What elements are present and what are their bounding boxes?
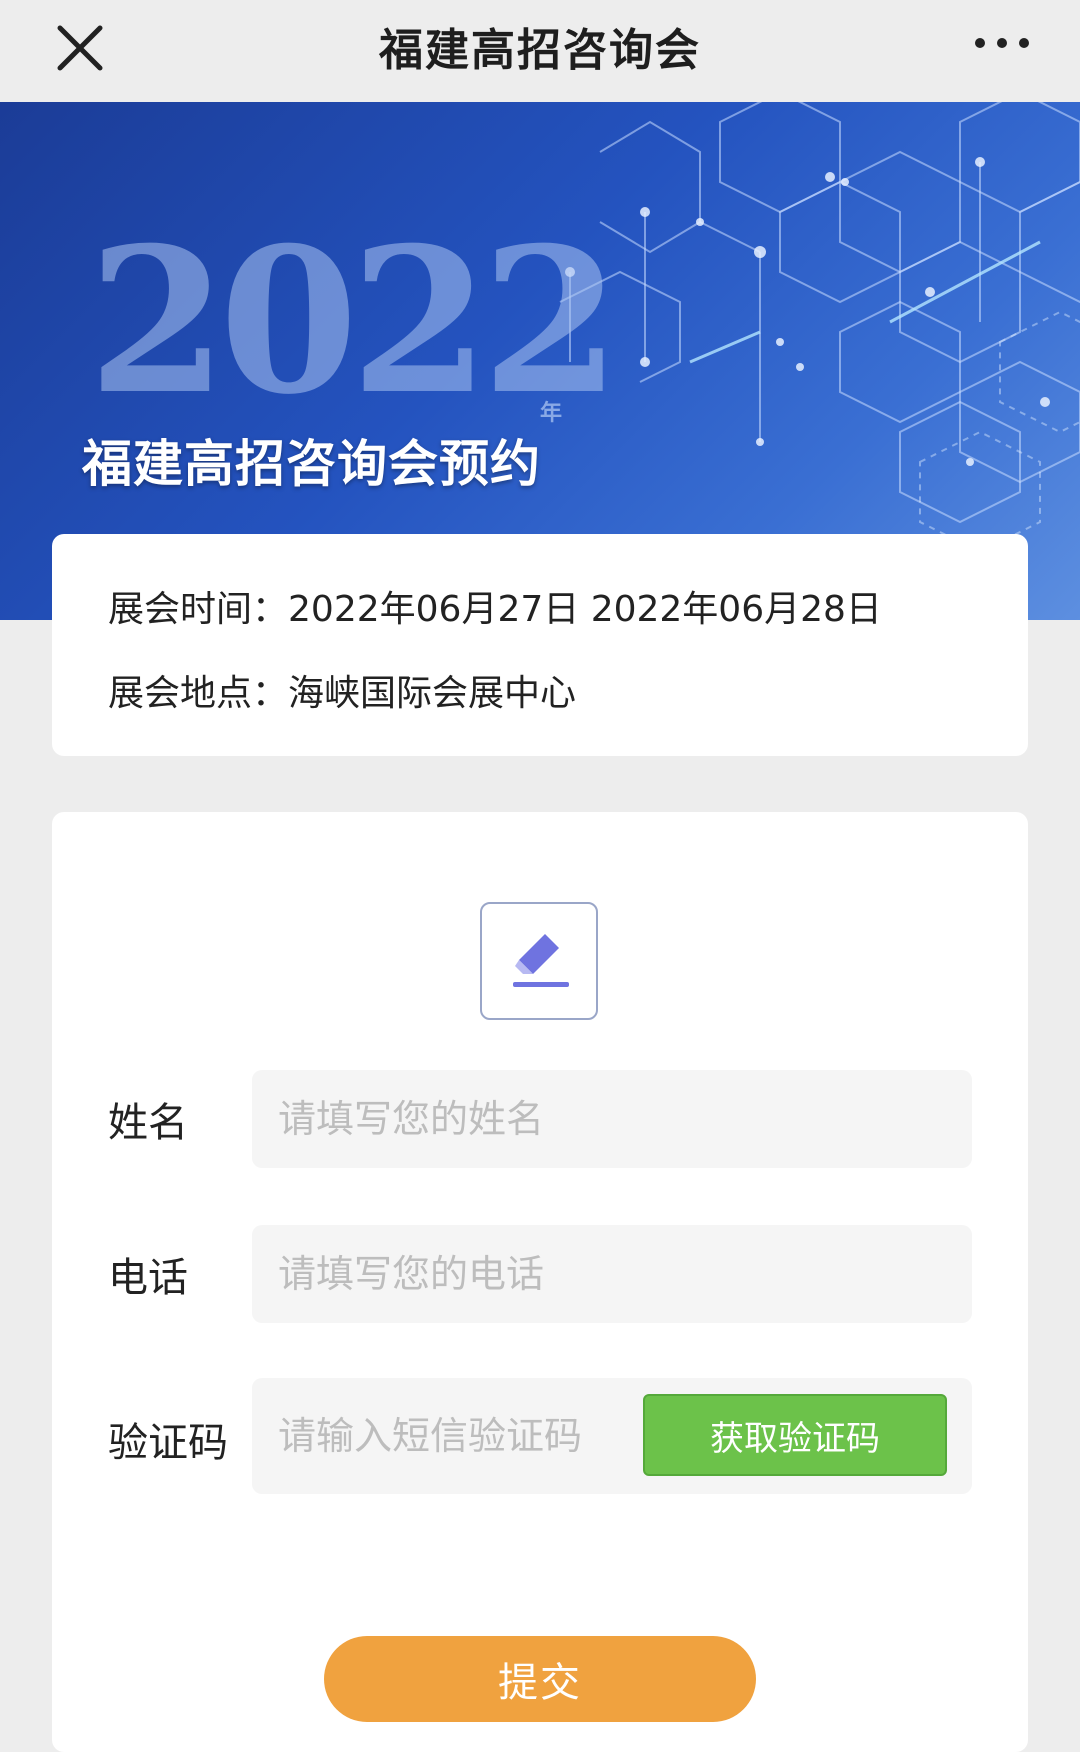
event-info-card: 展会时间：2022年06月27日 2022年06月28日 展会地点：海峡国际会展… [52, 534, 1028, 756]
submit-button[interactable]: 提交 [324, 1636, 756, 1722]
page-title: 福建高招咨询会 [379, 25, 701, 76]
edit-icon-box [480, 902, 598, 1020]
event-place-row: 展会地点：海峡国际会展中心 [108, 664, 576, 716]
banner-title: 福建高招咨询会预约 [82, 434, 541, 493]
event-place-label: 展会地点： [108, 673, 289, 714]
event-place-value: 海峡国际会展中心 [288, 673, 577, 714]
code-label: 验证码 [108, 1420, 228, 1466]
reservation-form-card: 姓名 电话 验证码 获取验证码 提交 [52, 812, 1028, 1752]
verification-code-input[interactable] [252, 1378, 632, 1494]
event-time-row: 展会时间：2022年06月27日 2022年06月28日 [108, 580, 882, 632]
top-nav-bar: 福建高招咨询会 [0, 0, 1080, 102]
banner-year: 2022 [88, 204, 621, 439]
event-time-value: 2022年06月27日 2022年06月28日 [288, 589, 882, 630]
name-input[interactable] [252, 1070, 972, 1168]
phone-label: 电话 [108, 1255, 188, 1301]
banner-year-suffix: 年 [540, 400, 563, 426]
verification-code-field: 获取验证码 [252, 1378, 972, 1494]
name-label: 姓名 [108, 1100, 188, 1146]
event-time-label: 展会时间： [108, 589, 289, 630]
edit-pencil-icon [513, 934, 569, 987]
get-code-button[interactable]: 获取验证码 [643, 1394, 947, 1476]
more-options-icon[interactable] [970, 28, 1040, 58]
phone-input[interactable] [252, 1225, 972, 1323]
